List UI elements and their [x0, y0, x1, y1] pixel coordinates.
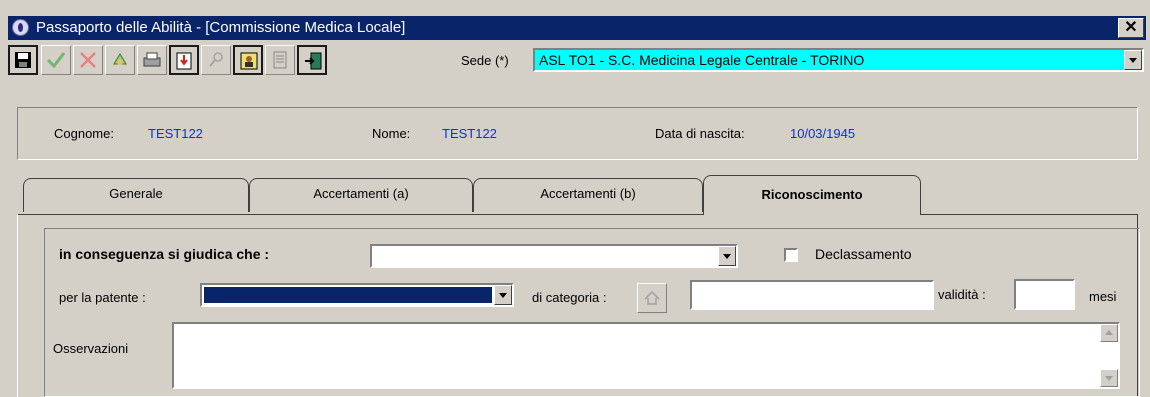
confirm-button[interactable]: [41, 45, 71, 75]
window-title: Passaporto delle Abilità - [Commissione …: [36, 19, 406, 36]
person-card-icon: [240, 52, 258, 70]
mesi-label: mesi: [1089, 289, 1117, 304]
giudica-select[interactable]: [370, 244, 738, 268]
exit-button[interactable]: [297, 45, 327, 75]
tab-accertamenti-b[interactable]: Accertamenti (b): [473, 178, 703, 212]
nome-value: TEST122: [442, 126, 497, 141]
exit-door-icon: [305, 52, 322, 70]
patient-header: Cognome: TEST122 Nome: TEST122 Data di n…: [17, 107, 1138, 160]
tab-riconoscimento[interactable]: Riconoscimento: [703, 175, 921, 215]
giudica-label: in conseguenza si giudica che :: [59, 246, 270, 262]
save-button[interactable]: [8, 45, 38, 75]
categoria-field[interactable]: [690, 280, 934, 310]
cognome-label: Cognome:: [54, 126, 114, 141]
refresh-icon: [113, 53, 127, 65]
chevron-down-icon[interactable]: [494, 285, 512, 305]
osservazioni-textarea[interactable]: [172, 322, 1120, 389]
tab-bar: Generale Accertamenti (a) Accertamenti (…: [17, 175, 1138, 215]
tab-accertamenti-a[interactable]: Accertamenti (a): [249, 178, 473, 212]
notes-icon: [273, 51, 287, 69]
scroll-up-icon[interactable]: [1100, 324, 1118, 342]
print-button[interactable]: [137, 45, 167, 75]
patente-select[interactable]: [200, 283, 514, 307]
sede-label: Sede (*): [461, 53, 509, 68]
house-icon: [644, 290, 660, 305]
app-window: Passaporto delle Abilità - [Commissione …: [0, 0, 1150, 397]
delete-button[interactable]: [73, 45, 103, 75]
cognome-value: TEST122: [148, 126, 203, 141]
declassamento-label: Declassamento: [815, 246, 912, 262]
import-document-icon: [176, 52, 192, 70]
osservazioni-label: Osservazioni: [53, 341, 129, 356]
notes-button[interactable]: [265, 45, 295, 75]
title-bar: Passaporto delle Abilità - [Commissione …: [8, 16, 1146, 40]
categoria-label: di categoria :: [532, 290, 607, 305]
chevron-down-icon[interactable]: [718, 246, 736, 266]
print-icon: [143, 52, 161, 67]
nascita-value: 10/03/1945: [790, 126, 856, 141]
save-icon: [15, 52, 31, 68]
validita-label: validità :: [938, 287, 986, 302]
confirm-check-icon: [46, 52, 66, 69]
patente-selection: [203, 286, 493, 304]
search-icon: [209, 52, 223, 67]
refresh-button[interactable]: [105, 45, 135, 75]
nome-label: Nome:: [372, 126, 411, 141]
scroll-down-icon[interactable]: [1100, 369, 1118, 387]
sede-select[interactable]: ASL TO1 - S.C. Medicina Legale Centrale …: [533, 48, 1144, 72]
tab-generale[interactable]: Generale: [23, 178, 249, 212]
person-card-button[interactable]: [233, 45, 263, 75]
categoria-picker-button[interactable]: [637, 283, 667, 313]
sede-value: ASL TO1 - S.C. Medicina Legale Centrale …: [539, 52, 865, 68]
app-icon: [12, 19, 29, 36]
import-document-button[interactable]: [169, 45, 199, 75]
declassamento-checkbox[interactable]: [784, 248, 798, 262]
delete-x-icon: [80, 52, 96, 68]
search-button[interactable]: [201, 45, 231, 75]
chevron-down-icon[interactable]: [1124, 50, 1142, 70]
nascita-label: Data di nascita:: [655, 126, 745, 141]
close-button[interactable]: ✕: [1118, 18, 1144, 38]
validita-field[interactable]: [1014, 279, 1075, 310]
patente-label: per la patente :: [59, 290, 146, 305]
toolbar: Sede (*) ASL TO1 - S.C. Medicina Legale …: [8, 43, 1146, 77]
